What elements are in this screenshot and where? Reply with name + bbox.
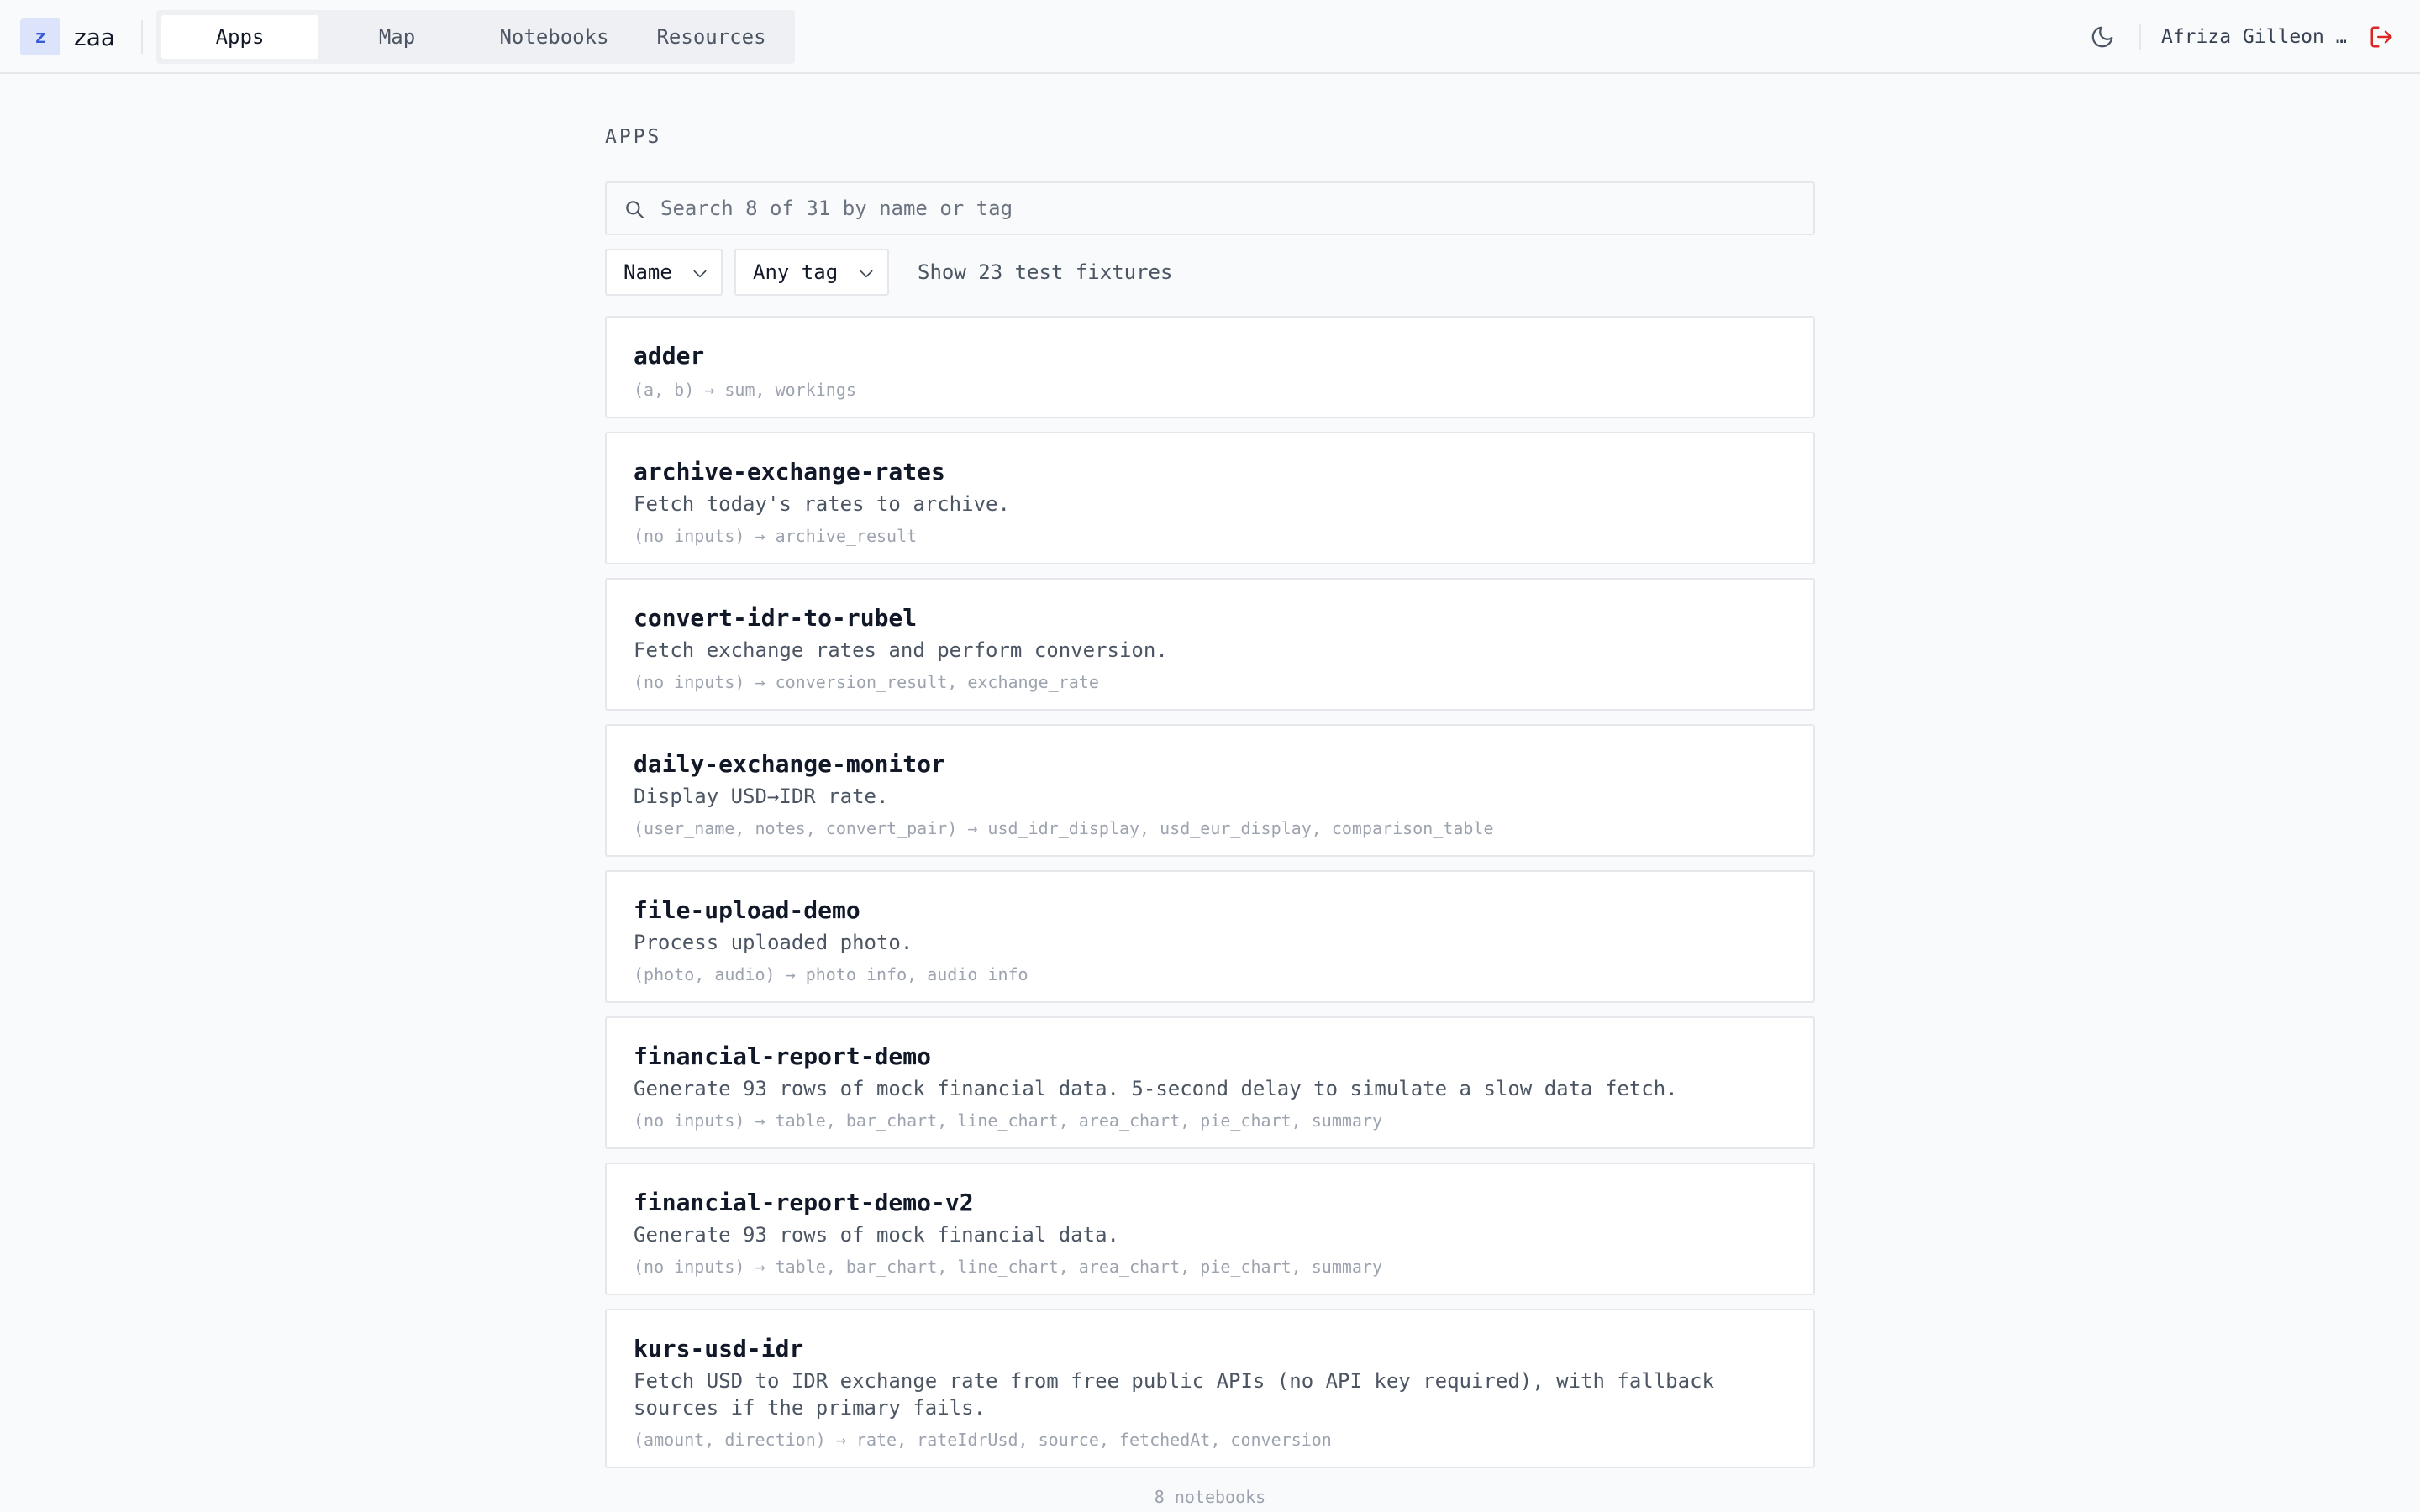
tab-apps[interactable]: Apps xyxy=(161,15,318,59)
app-name: archive-exchange-rates xyxy=(634,458,945,486)
app-description: Process uploaded photo. xyxy=(634,931,913,954)
theme-toggle-button[interactable] xyxy=(2084,18,2121,55)
app-signature: (no inputs) → table, bar_chart, line_cha… xyxy=(634,1257,1383,1277)
app-description: Display USD→IDR rate. xyxy=(634,785,889,808)
search-input[interactable] xyxy=(660,183,1803,234)
top-bar: z zaa Apps Map Notebooks Resources Afriz… xyxy=(0,0,2420,74)
app-name: file-upload-demo xyxy=(634,896,860,924)
main-nav: Apps Map Notebooks Resources xyxy=(156,10,795,64)
app-card[interactable]: archive-exchange-rates Fetch today's rat… xyxy=(605,432,1815,564)
app-name: daily-exchange-monitor xyxy=(634,750,945,778)
brand-name[interactable]: zaa xyxy=(74,20,115,54)
logout-icon xyxy=(2370,26,2392,48)
app-description: Generate 93 rows of mock financial data.… xyxy=(634,1077,1678,1100)
app-name: financial-report-demo xyxy=(634,1042,932,1070)
app-name: financial-report-demo-v2 xyxy=(634,1189,974,1216)
tab-resources[interactable]: Resources xyxy=(633,15,790,59)
notebook-count: 8 notebooks xyxy=(1154,1487,1266,1507)
app-signature: (photo, audio) → photo_info, audio_info xyxy=(634,964,1028,984)
app-card[interactable]: daily-exchange-monitor Display USD→IDR r… xyxy=(605,724,1815,857)
chevron-down-icon xyxy=(860,270,873,278)
header-divider xyxy=(141,20,143,54)
app-signature: (no inputs) → conversion_result, exchang… xyxy=(634,672,1099,692)
search-box xyxy=(605,181,1815,235)
logo-badge[interactable]: z xyxy=(20,18,60,55)
tab-map[interactable]: Map xyxy=(318,15,476,59)
app-description: Fetch USD to IDR exchange rate from free… xyxy=(634,1369,1714,1420)
app-signature: (no inputs) → table, bar_chart, line_cha… xyxy=(634,1110,1383,1131)
tag-select[interactable]: Any tag xyxy=(734,249,889,296)
app-signature: (amount, direction) → rate, rateIdrUsd, … xyxy=(634,1430,1332,1450)
tab-notebooks[interactable]: Notebooks xyxy=(476,15,633,59)
app-description: Generate 93 rows of mock financial data. xyxy=(634,1223,1119,1247)
search-icon xyxy=(626,201,644,218)
show-fixtures-toggle[interactable]: Show 23 test fixtures xyxy=(918,249,1172,296)
app-description: Fetch exchange rates and perform convers… xyxy=(634,638,1168,662)
sort-select[interactable]: Name xyxy=(605,249,723,296)
page-title: APPS xyxy=(605,126,662,148)
app-name: kurs-usd-idr xyxy=(634,1335,804,1362)
moon-icon xyxy=(2091,26,2113,48)
app-signature: (a, b) → sum, workings xyxy=(634,380,856,400)
app-signature: (no inputs) → archive_result xyxy=(634,526,918,546)
app-card[interactable]: adder (a, b) → sum, workings xyxy=(605,316,1815,418)
app-card[interactable]: kurs-usd-idr Fetch USD to IDR exchange r… xyxy=(605,1309,1815,1468)
header-divider xyxy=(2139,24,2141,50)
app-signature: (user_name, notes, convert_pair) → usd_i… xyxy=(634,818,1494,838)
app-description: Fetch today's rates to archive. xyxy=(634,492,1010,516)
app-card[interactable]: financial-report-demo-v2 Generate 93 row… xyxy=(605,1163,1815,1295)
sort-select-value: Name xyxy=(623,260,672,284)
chevron-down-icon xyxy=(693,270,707,278)
app-card[interactable]: convert-idr-to-rubel Fetch exchange rate… xyxy=(605,578,1815,711)
app-card[interactable]: financial-report-demo Generate 93 rows o… xyxy=(605,1016,1815,1149)
app-card[interactable]: file-upload-demo Process uploaded photo.… xyxy=(605,870,1815,1003)
user-name[interactable]: Afriza Gilleon … xyxy=(2161,20,2346,54)
app-name: adder xyxy=(634,342,705,370)
app-name: convert-idr-to-rubel xyxy=(634,604,918,632)
tag-select-value: Any tag xyxy=(753,260,839,284)
logout-button[interactable] xyxy=(2363,18,2400,55)
